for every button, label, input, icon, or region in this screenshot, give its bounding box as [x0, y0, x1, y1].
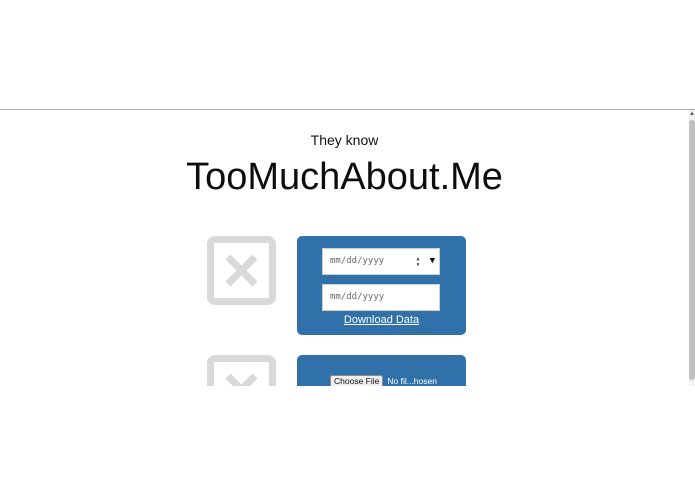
date-range-card: mm/dd/yyyy ▲ ▼ ▼ mm/dd/yyyy Download Data [297, 236, 466, 335]
start-date-input[interactable]: mm/dd/yyyy ▲ ▼ ▼ [322, 248, 440, 275]
broken-image-x-icon [207, 355, 276, 386]
spin-arrows-icon[interactable]: ▲ ▼ [415, 256, 421, 268]
vertical-scrollbar[interactable]: ▲ [689, 110, 695, 386]
broken-image-x-icon [207, 236, 276, 305]
page: They know TooMuchAbout.Me mm/dd/yyyy ▲ ▼ … [0, 0, 695, 494]
end-date-placeholder: mm/dd/yyyy [330, 292, 385, 302]
tagline: They know [310, 132, 379, 148]
upload-card: Choose File No fil...hosen [297, 355, 466, 386]
scroll-thumb[interactable] [689, 120, 695, 380]
file-picker: Choose File No fil...hosen [330, 374, 437, 386]
caret-down-icon[interactable]: ▼ [430, 249, 435, 274]
download-data-link[interactable]: Download Data [297, 314, 466, 326]
choose-file-button[interactable]: Choose File [330, 374, 384, 386]
file-status-text: No fil...hosen [387, 376, 437, 386]
site-title: TooMuchAbout.Me [186, 156, 503, 198]
content-viewport: They know TooMuchAbout.Me mm/dd/yyyy ▲ ▼ … [0, 110, 695, 386]
start-date-placeholder: mm/dd/yyyy [330, 256, 385, 266]
scroll-up-arrow-icon[interactable]: ▲ [689, 110, 695, 118]
end-date-input[interactable]: mm/dd/yyyy [322, 284, 440, 311]
